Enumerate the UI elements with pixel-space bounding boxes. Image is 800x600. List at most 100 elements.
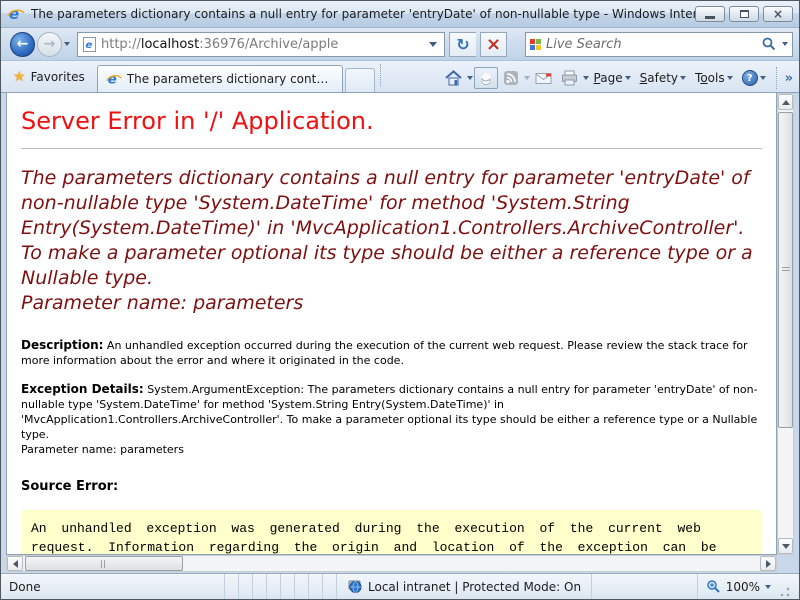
chevron-down-icon [760, 76, 766, 80]
tools-menu-label: Tools [695, 71, 725, 85]
safety-menu[interactable]: Safety [636, 68, 690, 88]
minimize-button[interactable] [695, 6, 725, 22]
ie-logo-icon: e [7, 5, 25, 23]
divider [21, 148, 762, 149]
separator [380, 64, 381, 86]
vertical-scroll-thumb[interactable] [778, 112, 793, 428]
search-icon[interactable] [761, 36, 777, 52]
print-button[interactable] [557, 67, 582, 89]
status-cells [224, 574, 336, 599]
source-error-label: Source Error: [21, 479, 762, 494]
title-bar: e The parameters dictionary contains a n… [1, 1, 799, 28]
tab-title: The parameters dictionary contains a ... [127, 72, 334, 86]
feeds-dropdown[interactable] [524, 76, 530, 80]
rss-icon [503, 70, 519, 86]
browser-client-area: Server Error in '/' Application. The par… [1, 93, 799, 573]
status-bar: Done Local intranet | Protected Mode: On [1, 573, 799, 599]
browser-window: e The parameters dictionary contains a n… [0, 0, 800, 600]
security-zone[interactable]: Local intranet | Protected Mode: On [336, 574, 591, 599]
search-options-dropdown[interactable] [782, 42, 788, 46]
refresh-button[interactable]: ↻ [449, 32, 476, 57]
hand-pan-button[interactable] [474, 67, 498, 89]
help-menu[interactable]: ? [738, 67, 770, 89]
horizontal-scrollbar[interactable] [6, 555, 777, 572]
address-bar[interactable]: e http://localhost:36976/Archive/apple [77, 32, 445, 57]
forward-arrow-icon: → [44, 36, 56, 52]
close-button[interactable]: × [763, 6, 793, 22]
exception-parameter-text: Parameter name: parameters [21, 442, 762, 457]
close-icon: × [773, 8, 783, 20]
vertical-scrollbar[interactable] [777, 93, 794, 555]
mail-icon [535, 72, 552, 85]
page-menu[interactable]: Page [590, 68, 635, 88]
safety-menu-label: Safety [640, 71, 678, 85]
printer-icon [561, 70, 578, 86]
scroll-left-button[interactable] [7, 556, 23, 571]
status-spacer [591, 574, 697, 599]
horizontal-scroll-thumb[interactable] [25, 556, 183, 571]
help-icon: ? [742, 70, 758, 86]
active-tab[interactable]: e The parameters dictionary contains a .… [97, 65, 343, 92]
scroll-up-button[interactable] [778, 94, 793, 110]
command-bar: Page Safety Tools ? » [390, 67, 795, 92]
zoom-magnifier-icon [706, 579, 721, 594]
feeds-button[interactable] [499, 67, 523, 89]
favorites-label: Favorites [31, 70, 85, 84]
svg-text:e: e [9, 5, 19, 23]
refresh-icon: ↻ [456, 35, 469, 54]
print-dropdown[interactable] [583, 76, 589, 80]
page-title: Server Error in '/' Application. [21, 107, 762, 135]
zoom-dropdown[interactable] [765, 585, 771, 589]
zoom-control[interactable]: 100% [697, 574, 799, 599]
zoom-level: 100% [726, 580, 760, 594]
tabs-command-bar: ★ Favorites e The parameters dictionary … [1, 61, 799, 93]
address-dropdown-button[interactable] [424, 34, 442, 55]
resize-grip[interactable] [778, 586, 791, 599]
restore-icon [740, 10, 749, 18]
exception-details-paragraph: Exception Details: System.ArgumentExcept… [21, 382, 762, 457]
home-button[interactable] [441, 67, 466, 89]
status-text: Done [9, 580, 224, 594]
hand-icon [478, 70, 494, 86]
minimize-icon [705, 16, 715, 19]
zone-text: Local intranet | Protected Mode: On [368, 580, 581, 594]
chevron-down-icon [680, 76, 686, 80]
chevron-down-icon [727, 76, 733, 80]
svg-text:e: e [86, 40, 93, 51]
separator [776, 67, 777, 89]
arrow-right-icon [766, 560, 771, 568]
favorites-button[interactable]: ★ Favorites [5, 64, 97, 92]
search-box[interactable]: Live Search [525, 32, 793, 57]
stop-button[interactable]: × [480, 32, 507, 57]
recent-pages-dropdown[interactable] [64, 42, 70, 46]
restore-button[interactable] [729, 6, 759, 22]
source-error-box: An unhandled exception was generated dur… [21, 510, 762, 555]
thumb-grip [101, 560, 107, 568]
exception-details-label: Exception Details: [21, 382, 144, 396]
thumb-grip [782, 267, 790, 273]
arrow-up-icon [782, 100, 790, 105]
scroll-right-button[interactable] [760, 556, 776, 571]
toolbar-overflow-button[interactable]: » [783, 71, 795, 86]
live-search-flag-icon [530, 39, 541, 50]
error-message-parameter: Parameter name: parameters [21, 291, 762, 316]
chevron-down-icon [625, 76, 631, 80]
description-text: An unhandled exception occurred during t… [21, 339, 748, 367]
stop-icon: × [486, 34, 501, 55]
tab-ie-icon: e [106, 71, 122, 87]
description-label: Description: [21, 338, 103, 352]
home-icon [445, 70, 462, 86]
url-text[interactable]: http://localhost:36976/Archive/apple [101, 37, 420, 52]
read-mail-button[interactable] [531, 69, 556, 88]
new-tab-button[interactable] [345, 68, 375, 92]
description-paragraph: Description: An unhandled exception occu… [21, 338, 762, 368]
tools-menu[interactable]: Tools [691, 68, 737, 88]
back-button[interactable]: ← [10, 32, 35, 57]
home-dropdown[interactable] [467, 76, 473, 80]
error-message: The parameters dictionary contains a nul… [21, 166, 762, 316]
scroll-down-button[interactable] [778, 538, 793, 554]
search-input[interactable]: Live Search [546, 37, 756, 52]
forward-button[interactable]: → [37, 32, 62, 57]
navigation-bar: ← → e http://localhost:36976/Archive/app… [1, 28, 799, 61]
chevron-down-icon [429, 42, 437, 47]
